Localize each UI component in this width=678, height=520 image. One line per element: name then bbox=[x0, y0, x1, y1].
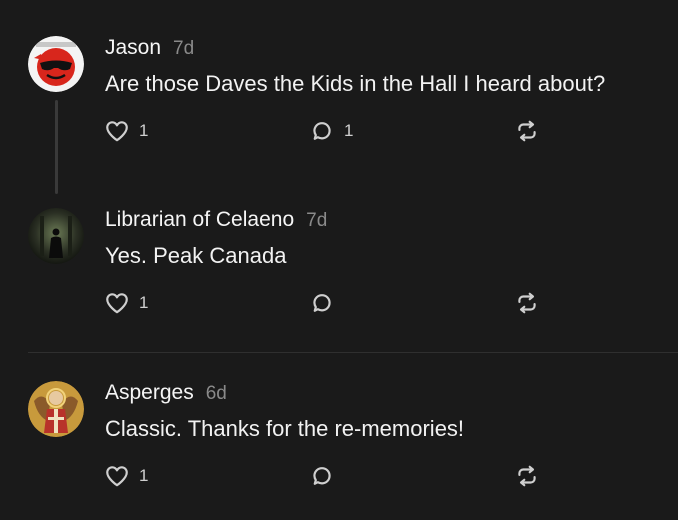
heart-icon bbox=[106, 121, 128, 142]
repost-button[interactable] bbox=[514, 288, 540, 318]
author-name[interactable]: Asperges bbox=[105, 381, 194, 405]
avatar[interactable] bbox=[28, 381, 84, 437]
winged-icon-icon bbox=[28, 381, 84, 437]
reply-button[interactable]: 1 bbox=[309, 116, 353, 146]
repost-icon bbox=[518, 120, 536, 142]
thread-page: Jason 7d Are those Daves the Kids in the… bbox=[0, 0, 678, 520]
reply-button[interactable] bbox=[309, 461, 335, 491]
repost-icon bbox=[518, 465, 536, 487]
post-text: Classic. Thanks for the re-memories! bbox=[105, 416, 465, 441]
like-count: 1 bbox=[139, 121, 149, 140]
speech-bubble-icon bbox=[313, 294, 331, 312]
author-name[interactable]: Librarian of Celaeno bbox=[105, 208, 294, 232]
post-actions: 1 1 bbox=[0, 116, 678, 146]
reply-button[interactable] bbox=[309, 288, 335, 318]
post-actions: 1 bbox=[0, 461, 678, 491]
post-text: Are those Daves the Kids in the Hall I h… bbox=[105, 71, 606, 96]
heart-icon bbox=[106, 466, 128, 487]
post-meta: Librarian of Celaeno 7d bbox=[105, 208, 327, 236]
like-count: 1 bbox=[139, 466, 149, 485]
post-text: Yes. Peak Canada bbox=[105, 243, 287, 268]
red-sunglasses-face-icon bbox=[28, 36, 84, 92]
like-button[interactable]: 1 bbox=[104, 116, 148, 146]
avatar[interactable] bbox=[28, 208, 84, 264]
post-actions: 1 bbox=[0, 288, 678, 318]
like-button[interactable]: 1 bbox=[104, 461, 148, 491]
reply-count: 1 bbox=[344, 121, 354, 140]
heart-icon bbox=[106, 293, 128, 314]
repost-icon bbox=[518, 292, 536, 314]
repost-button[interactable] bbox=[514, 461, 540, 491]
speech-bubble-icon bbox=[313, 467, 331, 485]
post-meta: Jason 7d bbox=[105, 36, 194, 64]
timestamp[interactable]: 7d bbox=[306, 210, 327, 232]
avatar[interactable] bbox=[28, 36, 84, 92]
like-count: 1 bbox=[139, 293, 149, 312]
dark-figure-icon bbox=[28, 208, 84, 264]
post-meta: Asperges 6d bbox=[105, 381, 227, 409]
timestamp[interactable]: 6d bbox=[206, 383, 227, 405]
author-name[interactable]: Jason bbox=[105, 36, 161, 60]
thread-connector-line bbox=[55, 100, 58, 194]
thread-divider bbox=[28, 352, 678, 353]
timestamp[interactable]: 7d bbox=[173, 38, 194, 60]
repost-button[interactable] bbox=[514, 116, 540, 146]
speech-bubble-icon bbox=[313, 122, 331, 140]
like-button[interactable]: 1 bbox=[104, 288, 148, 318]
